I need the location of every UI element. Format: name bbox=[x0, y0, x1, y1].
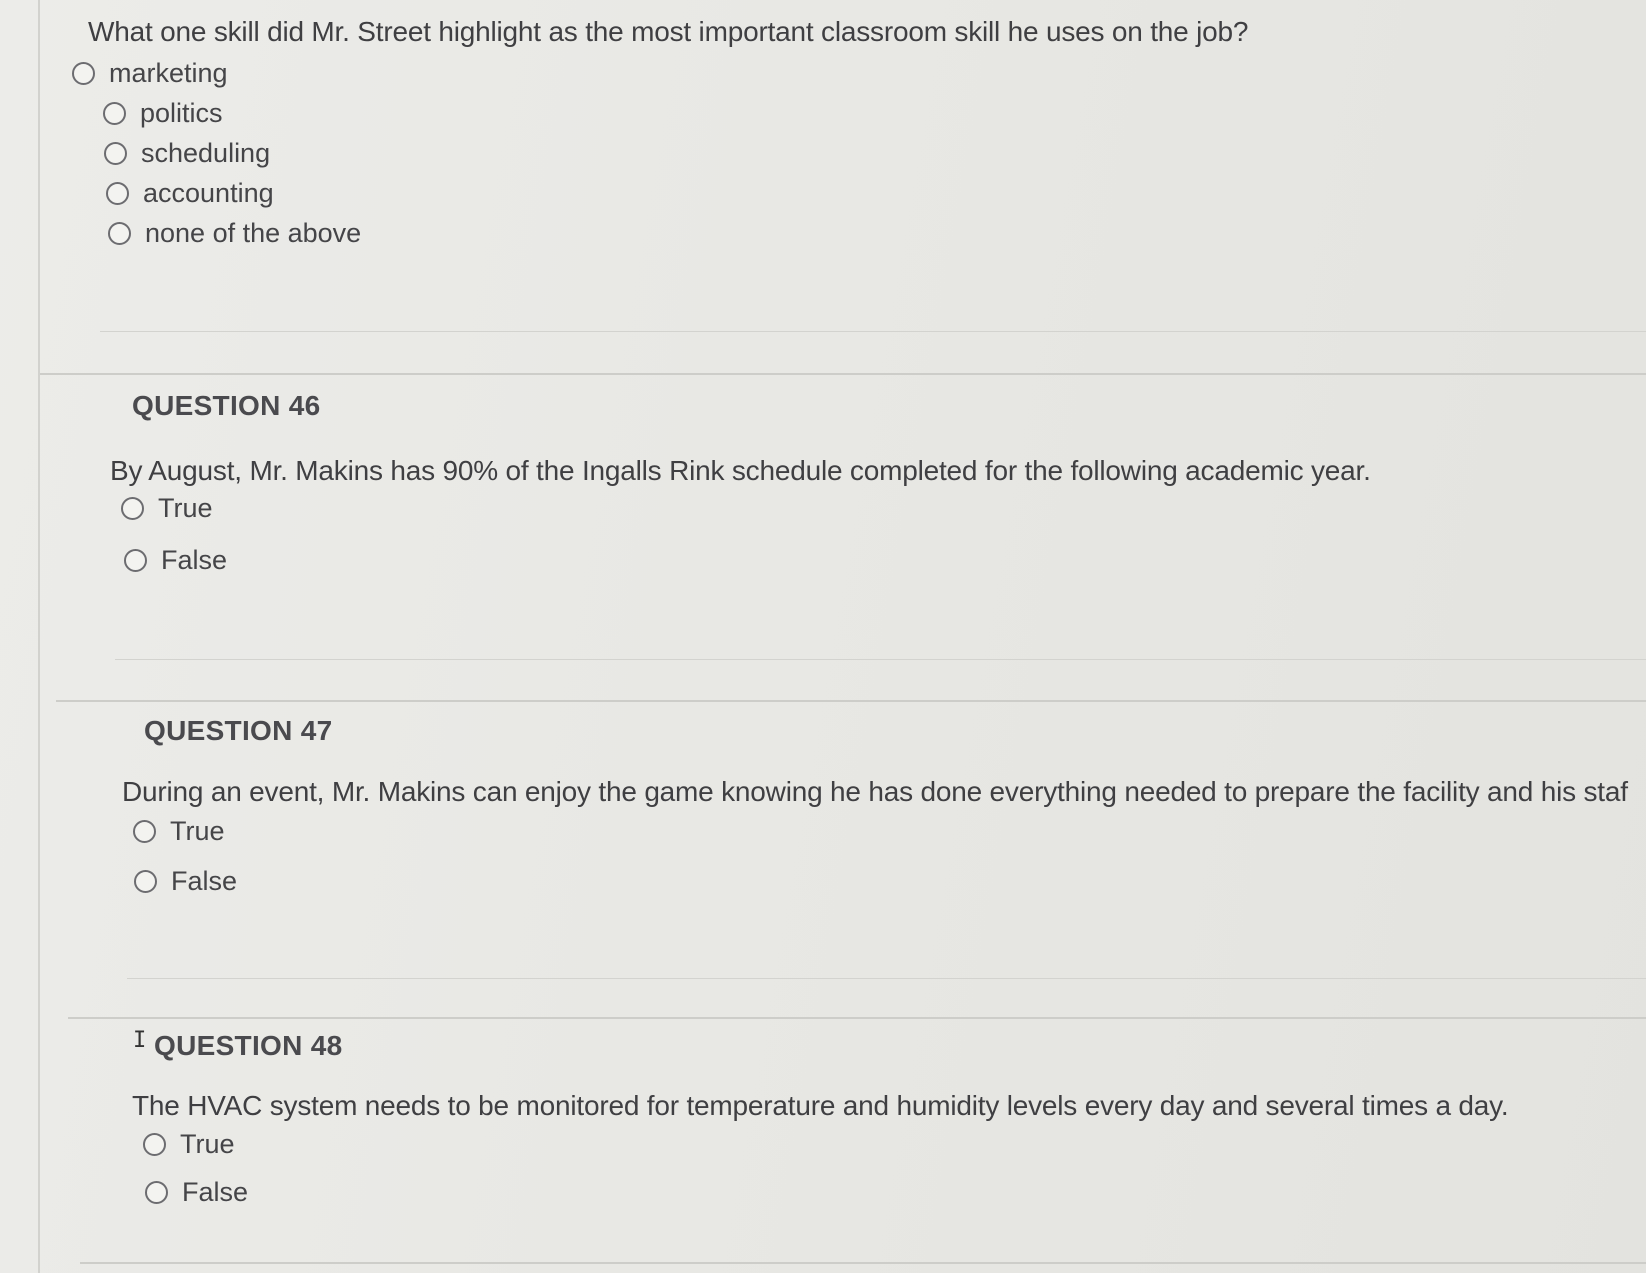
question-48-text: The HVAC system needs to be monitored fo… bbox=[132, 1090, 1509, 1121]
question-47-text: During an event, Mr. Makins can enjoy th… bbox=[122, 776, 1628, 807]
question-46-title: QUESTION 46 bbox=[132, 390, 321, 421]
option-label: none of the above bbox=[145, 218, 362, 248]
radio-button[interactable] bbox=[104, 142, 127, 165]
divider bbox=[100, 331, 1646, 332]
option-label: False bbox=[161, 545, 228, 575]
q47-option-true[interactable]: True bbox=[133, 816, 225, 847]
option-label: politics bbox=[140, 98, 223, 128]
q45-option-none[interactable]: none of the above bbox=[108, 218, 361, 249]
q47-option-false[interactable]: False bbox=[134, 866, 237, 897]
option-label: True bbox=[180, 1129, 235, 1159]
q45-option-scheduling[interactable]: scheduling bbox=[104, 138, 270, 169]
q46-option-false[interactable]: False bbox=[124, 545, 227, 576]
radio-button[interactable] bbox=[72, 62, 95, 85]
option-label: accounting bbox=[143, 178, 274, 208]
divider bbox=[115, 659, 1646, 660]
q46-option-true[interactable]: True bbox=[121, 493, 213, 524]
divider bbox=[40, 373, 1646, 375]
option-label: scheduling bbox=[141, 138, 271, 168]
radio-button[interactable] bbox=[106, 182, 129, 205]
divider bbox=[127, 978, 1646, 979]
content-left-border bbox=[38, 0, 40, 1273]
option-label: False bbox=[171, 866, 238, 896]
q45-option-politics[interactable]: politics bbox=[103, 98, 223, 129]
question-47-title: QUESTION 47 bbox=[144, 715, 333, 746]
quiz-page: What one skill did Mr. Street highlight … bbox=[0, 0, 1646, 1273]
divider bbox=[68, 1017, 1646, 1019]
radio-button[interactable] bbox=[143, 1133, 166, 1156]
radio-button[interactable] bbox=[133, 820, 156, 843]
q48-option-true[interactable]: True bbox=[143, 1129, 235, 1160]
radio-button[interactable] bbox=[108, 222, 131, 245]
radio-button[interactable] bbox=[124, 549, 147, 572]
option-label: False bbox=[182, 1177, 249, 1207]
radio-button[interactable] bbox=[134, 870, 157, 893]
option-label: True bbox=[158, 493, 213, 523]
question-45-text: What one skill did Mr. Street highlight … bbox=[88, 16, 1249, 47]
q45-option-accounting[interactable]: accounting bbox=[106, 178, 274, 209]
option-label: True bbox=[170, 816, 225, 846]
divider bbox=[80, 1262, 1646, 1264]
text-cursor-icon: I bbox=[133, 1028, 147, 1053]
question-46-text: By August, Mr. Makins has 90% of the Ing… bbox=[110, 455, 1371, 486]
radio-button[interactable] bbox=[145, 1181, 168, 1204]
q48-option-false[interactable]: False bbox=[145, 1177, 248, 1208]
option-label: marketing bbox=[109, 58, 228, 88]
question-48-title: QUESTION 48 bbox=[154, 1030, 343, 1061]
radio-button[interactable] bbox=[103, 102, 126, 125]
q45-option-marketing[interactable]: marketing bbox=[72, 58, 228, 89]
radio-button[interactable] bbox=[121, 497, 144, 520]
divider bbox=[56, 700, 1646, 702]
